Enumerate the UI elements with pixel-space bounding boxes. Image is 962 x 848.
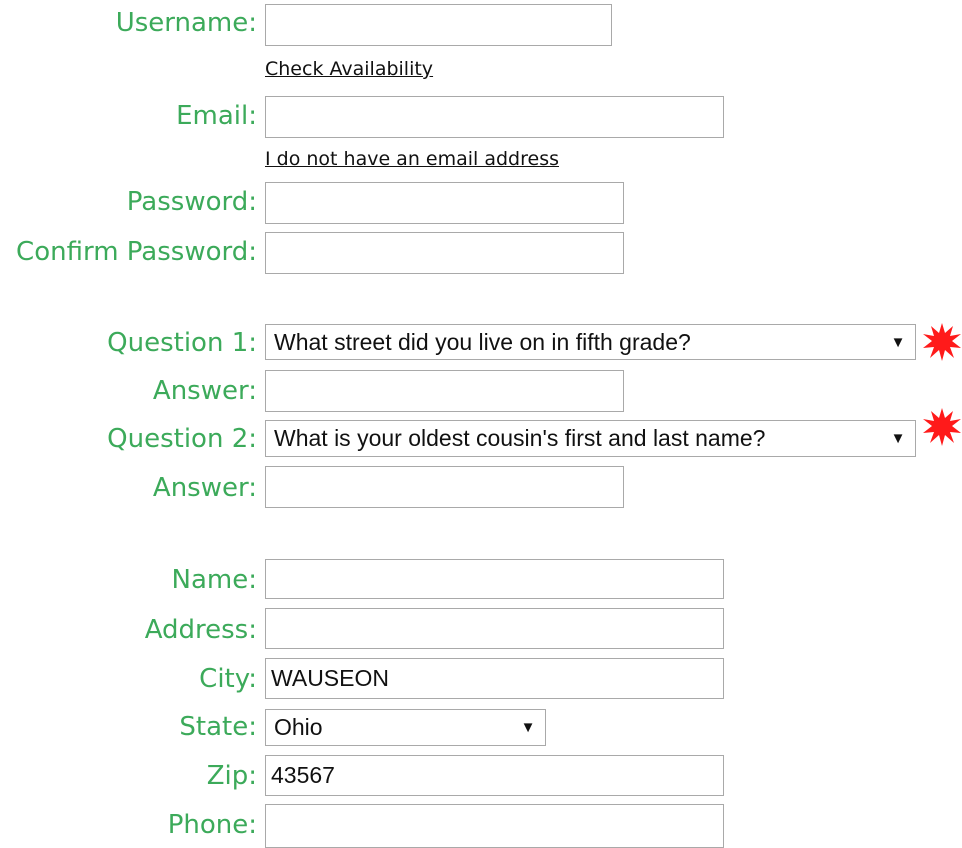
name-label: Name: bbox=[171, 565, 257, 595]
confirm-password-input[interactable] bbox=[265, 232, 624, 274]
city-input[interactable] bbox=[265, 658, 724, 699]
question-2-value: What is your oldest cousin's first and l… bbox=[274, 425, 766, 451]
confirm-password-label: Confirm Password: bbox=[16, 237, 257, 267]
zip-input[interactable] bbox=[265, 755, 724, 796]
email-label: Email: bbox=[176, 101, 257, 131]
dropdown-arrow-icon: ▼ bbox=[890, 430, 906, 447]
email-input[interactable] bbox=[265, 96, 724, 138]
dropdown-arrow-icon: ▼ bbox=[520, 719, 536, 736]
check-availability-link[interactable]: Check Availability bbox=[265, 58, 433, 80]
state-label: State: bbox=[179, 712, 257, 742]
password-label: Password: bbox=[126, 187, 257, 217]
username-input[interactable] bbox=[265, 4, 612, 46]
phone-label: Phone: bbox=[167, 810, 257, 840]
state-select[interactable]: Ohio ▼ bbox=[265, 709, 546, 746]
no-email-link[interactable]: I do not have an email address bbox=[265, 148, 559, 170]
state-value: Ohio bbox=[274, 714, 323, 740]
phone-input[interactable] bbox=[265, 804, 724, 848]
zip-label: Zip: bbox=[206, 761, 257, 791]
answer-1-label: Answer: bbox=[152, 376, 257, 406]
city-label: City: bbox=[199, 664, 257, 694]
address-label: Address: bbox=[144, 615, 257, 645]
dropdown-arrow-icon: ▼ bbox=[890, 333, 906, 351]
question-2-label: Question 2: bbox=[107, 424, 257, 454]
question-1-label: Question 1: bbox=[107, 328, 257, 358]
question-1-select[interactable]: What street did you live on in fifth gra… bbox=[265, 324, 916, 360]
answer-1-input[interactable] bbox=[265, 370, 624, 412]
required-star-icon bbox=[923, 408, 961, 446]
address-input[interactable] bbox=[265, 608, 724, 649]
username-label: Username: bbox=[115, 8, 257, 38]
name-input[interactable] bbox=[265, 559, 724, 599]
answer-2-label: Answer: bbox=[152, 473, 257, 503]
question-2-select[interactable]: What is your oldest cousin's first and l… bbox=[265, 420, 916, 457]
password-input[interactable] bbox=[265, 182, 624, 224]
required-star-icon bbox=[923, 323, 961, 361]
answer-2-input[interactable] bbox=[265, 466, 624, 508]
question-1-value: What street did you live on in fifth gra… bbox=[274, 328, 691, 355]
